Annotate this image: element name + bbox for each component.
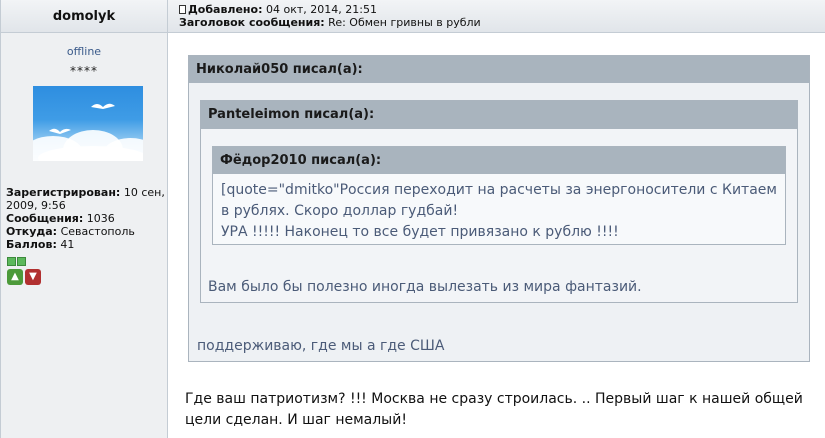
quote-outer-header: Николай050 писал(а): bbox=[189, 56, 809, 83]
author-username[interactable]: domolyk bbox=[1, 0, 167, 33]
registered-label: Зарегистрирован: bbox=[6, 186, 121, 199]
location-row: Откуда: Севастополь bbox=[6, 225, 166, 238]
points-value: 41 bbox=[56, 238, 75, 251]
quote-middle-header: Panteleimon писал(а): bbox=[201, 101, 797, 129]
subject-label: Заголовок сообщения: bbox=[179, 16, 325, 29]
avatar bbox=[33, 86, 143, 161]
added-value: 04 окт, 2014, 21:51 bbox=[262, 3, 377, 16]
post-date-row: Добавлено: 04 окт, 2014, 21:51 bbox=[179, 3, 825, 16]
location-label: Откуда: bbox=[6, 225, 58, 238]
posts-value: 1036 bbox=[83, 212, 115, 225]
vote-buttons: ▲ ▼ bbox=[7, 264, 43, 285]
quote-inner-line: в рублях. Скоро доллар гудбай! bbox=[221, 203, 459, 219]
column-divider bbox=[167, 0, 168, 438]
registered-row: Зарегистрирован: 10 сен, 2009, 9:56 bbox=[6, 186, 166, 212]
thumbs-down-icon[interactable]: ▼ bbox=[25, 269, 41, 285]
quote-inner-text: [quote="dmitko"Россия переходит на расче… bbox=[221, 180, 781, 243]
reputation-icon bbox=[7, 251, 29, 266]
quote-inner-line: [quote="dmitko"Россия переходит на расче… bbox=[221, 182, 777, 198]
quote-middle-text: Вам было бы полезно иногда вылезать из м… bbox=[208, 279, 642, 295]
author-info: Зарегистрирован: 10 сен, 2009, 9:56 Сооб… bbox=[6, 186, 166, 251]
added-label: Добавлено: bbox=[188, 3, 263, 16]
quote-inner: Фёдор2010 писал(а): [quote="dmitko"Росси… bbox=[212, 146, 786, 245]
points-row: Баллов: 41 bbox=[6, 238, 166, 251]
post-document-icon[interactable] bbox=[179, 5, 186, 14]
location-value: Севастополь bbox=[57, 225, 135, 238]
quote-inner-header: Фёдор2010 писал(а): bbox=[213, 147, 785, 174]
quote-inner-line: УРА !!!!! Наконец то все будет привязано… bbox=[221, 224, 619, 240]
posts-label: Сообщения: bbox=[6, 212, 84, 225]
quote-outer-text: поддерживаю, где мы а где США bbox=[197, 338, 445, 354]
posts-row: Сообщения: 1036 bbox=[6, 212, 166, 225]
post-body-line: Где ваш патриотизм? !!! Москва не сразу … bbox=[185, 391, 803, 407]
post-body: Где ваш патриотизм? !!! Москва не сразу … bbox=[185, 389, 815, 431]
subject-value: Re: Обмен гривны в рубли bbox=[324, 16, 481, 29]
online-status: offline bbox=[66, 45, 102, 58]
post-header: Добавлено: 04 окт, 2014, 21:51 Заголовок… bbox=[168, 0, 825, 33]
post-body-line: цели сделан. И шаг немалый! bbox=[185, 412, 407, 428]
author-panel: domolyk offline **** Зарегистрирован: 10… bbox=[1, 0, 167, 438]
rank-stars: **** bbox=[70, 64, 98, 78]
thumbs-up-icon[interactable]: ▲ bbox=[7, 269, 23, 285]
points-label: Баллов: bbox=[6, 238, 57, 251]
post-subject-row: Заголовок сообщения: Re: Обмен гривны в … bbox=[179, 16, 825, 29]
